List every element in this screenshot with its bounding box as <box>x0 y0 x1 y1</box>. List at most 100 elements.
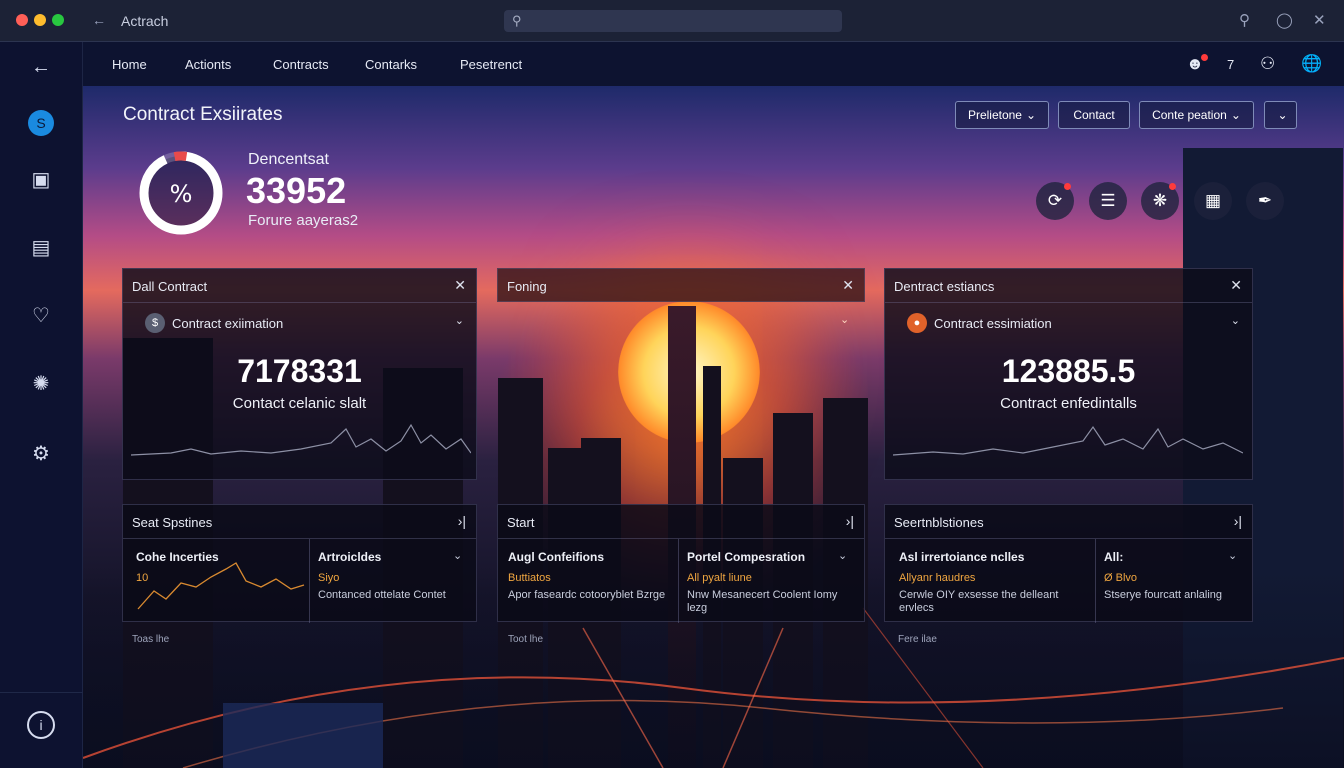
top-navigation: Home Actionts Contracts Contarks Pesetre… <box>83 42 1344 86</box>
sparkline-chart <box>131 423 471 456</box>
column-accent: Ø Blvo <box>1104 572 1138 584</box>
window-titlebar: ← Actrach ⚲ ⚲ ◯ ✕ <box>0 0 1344 42</box>
chat-icon[interactable]: ♡ <box>26 300 56 330</box>
column-accent: All pyalt liune <box>687 572 752 584</box>
panel-column[interactable]: Augl Confeifions Buttiatos Apor faseardc… <box>508 539 678 623</box>
nav-presence[interactable]: Pesetrenct <box>460 57 522 72</box>
card-caption: Contract enfedintalls <box>1000 395 1137 412</box>
chevron-down-icon: ⌄ <box>1230 108 1241 122</box>
close-icon[interactable]: ✕ <box>842 277 854 294</box>
search-icon[interactable]: ⚲ <box>1239 11 1250 29</box>
panel-title: Start <box>507 515 535 530</box>
nav-contracts[interactable]: Contracts <box>273 57 329 72</box>
window-title: Actrach <box>121 13 169 29</box>
column-title: Asl irrertoiance nclles <box>899 550 1025 564</box>
briefcase-icon[interactable]: ▤ <box>26 232 56 262</box>
back-arrow-icon[interactable]: ← <box>92 12 106 28</box>
card-dall-contract: Dall Contract ✕ $ Contract exiimation ⌄ … <box>122 268 477 480</box>
card-value: 7178331 <box>237 353 362 389</box>
sidebar: ← S ▣ ▤ ♡ ✺ ⚙ i <box>0 42 83 768</box>
column-title: Augl Confeifions <box>508 550 604 564</box>
currency-icon: $ <box>145 313 165 333</box>
panel-column[interactable]: Cohe Incerties 10 <box>136 539 306 623</box>
user-icon[interactable]: ⚇ <box>1260 54 1275 74</box>
chevron-down-icon[interactable]: ⌄ <box>1231 314 1240 327</box>
settings-icon[interactable]: ⚙ <box>26 438 56 468</box>
column-title: All: <box>1104 550 1124 564</box>
card-caption: Contact celanic slalt <box>232 395 367 412</box>
maximize-window-button[interactable] <box>52 14 64 26</box>
building-icon[interactable]: ▦ <box>1194 182 1232 220</box>
notification-count: 7 <box>1227 57 1235 72</box>
globe-icon[interactable]: 🌐 <box>1301 54 1322 74</box>
column-description: Cerwle OIY exsesse the delleant ervlecs <box>899 589 1059 614</box>
nav-actions[interactable]: Actionts <box>185 57 231 72</box>
refresh-icon[interactable]: ⟳ <box>1036 182 1074 220</box>
expand-icon[interactable]: ›| <box>458 513 466 529</box>
panel-column[interactable]: Asl irrertoiance nclles Allyanr haudres … <box>899 539 1089 623</box>
notification-dot <box>1201 54 1208 61</box>
column-accent: Allyanr haudres <box>899 572 976 584</box>
panel-title: Seertnblstiones <box>894 515 984 530</box>
column-description: Contanced ottelate Contet <box>318 589 446 601</box>
card-sub-label: Contract exiimation <box>172 316 284 331</box>
filter-dropdown-1[interactable]: Prelietone ⌄ <box>955 101 1049 129</box>
close-icon[interactable]: ✕ <box>1313 11 1326 29</box>
minimize-window-button[interactable] <box>34 14 46 26</box>
card-foning: Foning ✕ <box>497 268 865 302</box>
card-dentract-estiancs: Dentract estiancs ✕ ● Contract essimiati… <box>884 268 1253 480</box>
info-icon[interactable]: i <box>26 710 56 740</box>
globe-icon[interactable]: ❋ <box>1141 182 1179 220</box>
card-subheader[interactable]: $ Contract exiimation ⌄ <box>123 313 476 335</box>
menu-icon[interactable]: ☰ <box>1089 182 1127 220</box>
panel-footer-label: Toot lhe <box>508 634 544 645</box>
network-icon[interactable]: ✺ <box>26 368 56 398</box>
more-dropdown[interactable]: ⌄ <box>1264 101 1297 129</box>
metric-value: 33952 <box>246 170 347 211</box>
chevron-down-icon: ⌄ <box>1025 108 1037 122</box>
search-input[interactable]: ⚲ <box>504 10 842 32</box>
chevron-down-icon: ⌄ <box>1277 108 1288 122</box>
panel-seat-spstines: Seat Spstines ›| Cohe Incerties 10 Artro… <box>122 504 477 623</box>
card-title: Dall Contract <box>132 279 208 294</box>
column-description: Nnw Mesanecert Coolent Iomy lezg <box>687 589 838 614</box>
column-accent: Buttiatos <box>508 572 551 584</box>
document-settings-icon[interactable]: ▣ <box>26 164 56 194</box>
filter-button-contact[interactable]: Contact <box>1058 101 1130 129</box>
gauge-chart: % <box>139 151 223 235</box>
column-description: Stserye fourcatt anlaling <box>1104 589 1223 601</box>
lock-icon[interactable]: ◯ <box>1276 11 1293 29</box>
panel-seertnblstiones: Seertnblstiones ›| Asl irrertoiance ncll… <box>884 504 1253 623</box>
chevron-down-icon[interactable]: ⌄ <box>455 314 464 327</box>
column-title: Artroicldes <box>318 550 382 564</box>
pen-icon[interactable]: ✒ <box>1246 182 1284 220</box>
nav-contarks[interactable]: Contarks <box>365 57 417 72</box>
card-title: Foning <box>507 279 547 294</box>
chevron-down-icon[interactable]: ⌄ <box>840 313 849 326</box>
close-icon[interactable]: ✕ <box>454 277 466 294</box>
chevron-down-icon[interactable]: ⌄ <box>838 549 847 562</box>
close-icon[interactable]: ✕ <box>1230 277 1242 294</box>
column-description: Apor faseardc cotooryblet Bzrge <box>508 589 666 601</box>
panel-column[interactable]: Artroicldes ⌄ Siyo Contanced ottelate Co… <box>318 539 473 623</box>
expand-icon[interactable]: ›| <box>1234 513 1242 529</box>
panel-column[interactable]: All: ⌄ Ø Blvo Stserye fourcatt anlaling <box>1104 539 1246 623</box>
column-accent: Siyo <box>318 572 340 584</box>
back-arrow-icon[interactable]: ← <box>26 52 56 82</box>
line-chart <box>137 562 305 610</box>
panel-start: Start ›| Augl Confeifions Buttiatos Apor… <box>497 504 865 623</box>
filter-1-label: Prelietone <box>967 108 1022 122</box>
chevron-down-icon[interactable]: ⌄ <box>1228 549 1237 562</box>
filter-3-label: Conte peation <box>1152 108 1227 122</box>
card-title: Dentract estiancs <box>894 279 995 294</box>
card-subheader[interactable]: ● Contract essimiation ⌄ <box>885 313 1252 335</box>
expand-icon[interactable]: ›| <box>846 513 854 529</box>
filter-dropdown-3[interactable]: Conte peation ⌄ <box>1139 101 1254 129</box>
panel-column[interactable]: Portel Compesration ⌄ All pyalt liune Nn… <box>687 539 859 623</box>
user-avatar-icon[interactable]: S <box>26 108 56 138</box>
metric-subtitle: Forure aayeras2 <box>248 212 359 229</box>
column-title: Portel Compesration <box>687 550 806 564</box>
close-window-button[interactable] <box>16 14 28 26</box>
chevron-down-icon[interactable]: ⌄ <box>453 549 462 562</box>
nav-home[interactable]: Home <box>112 57 147 72</box>
